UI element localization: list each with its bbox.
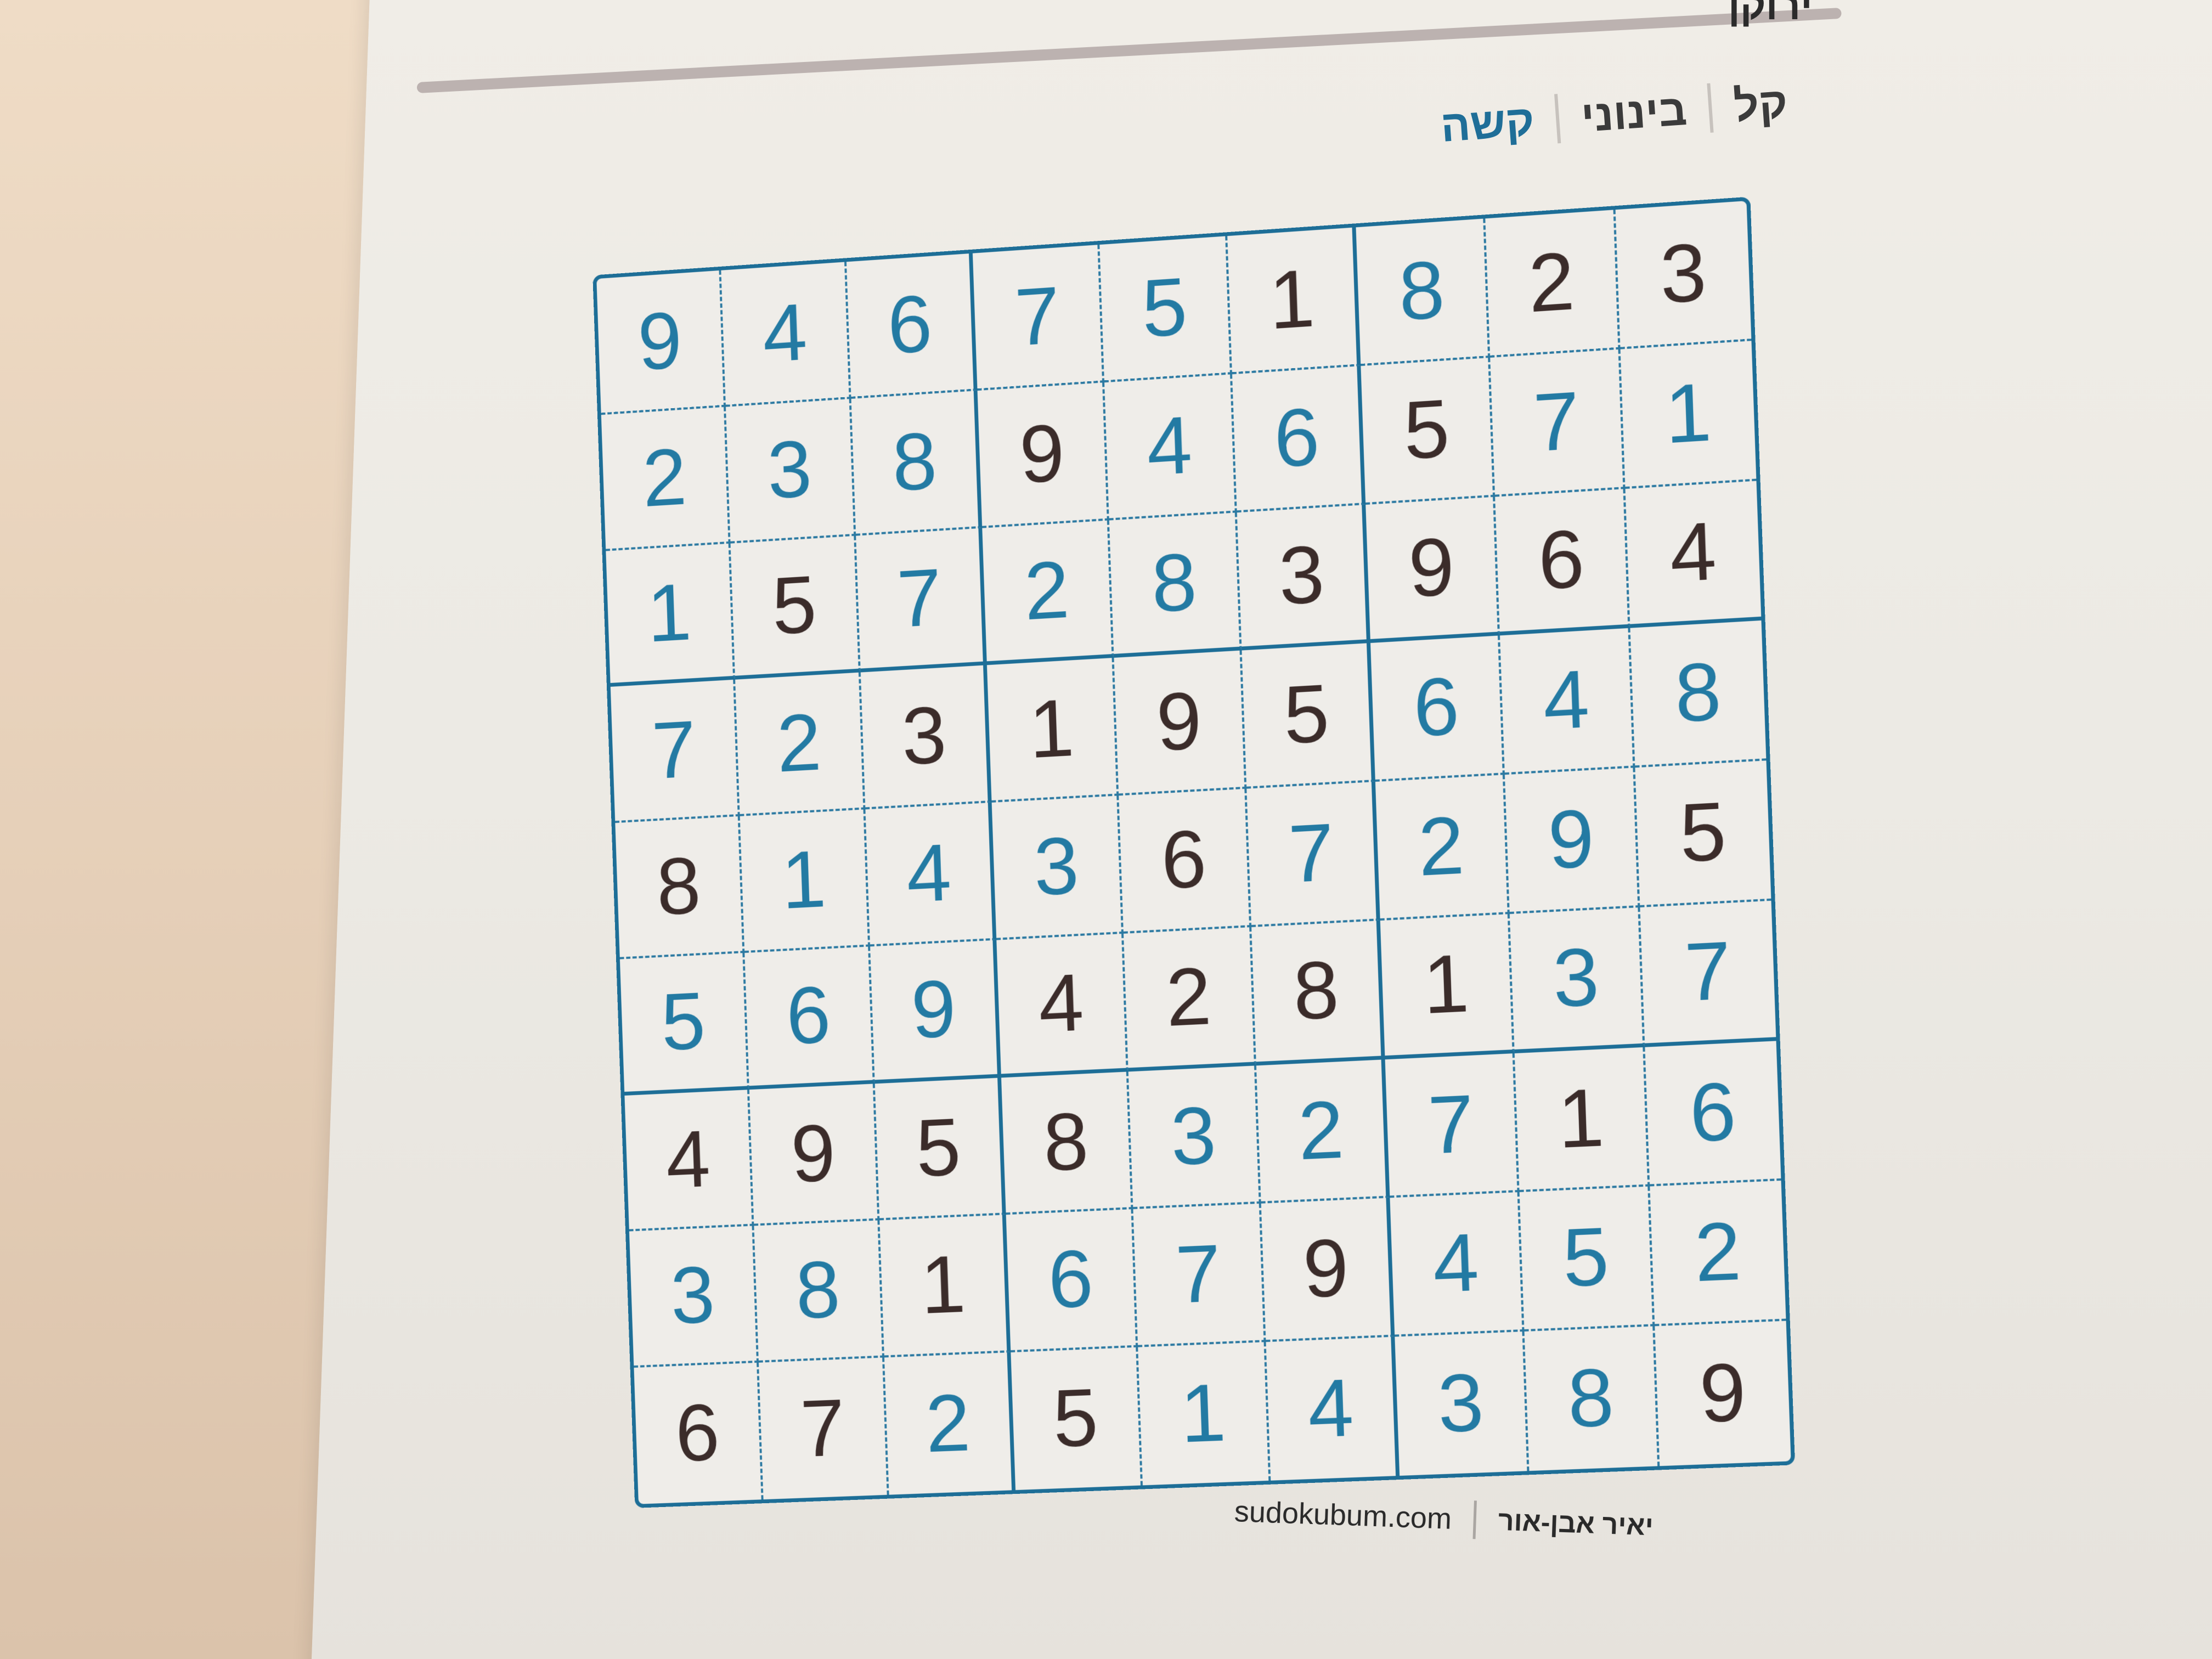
sudoku-cell[interactable]: 6	[634, 1363, 764, 1504]
sudoku-cell[interactable]: 4	[1104, 374, 1237, 521]
sudoku-cell[interactable]: 9	[977, 382, 1109, 528]
sudoku-cell[interactable]: 6	[744, 946, 875, 1090]
sudoku-cell[interactable]: 6	[1645, 1041, 1781, 1187]
sudoku-cell[interactable]: 7	[1133, 1204, 1266, 1347]
sudoku-cell[interactable]: 6	[1119, 788, 1252, 934]
sudoku-cell[interactable]: 9	[596, 270, 726, 415]
sudoku-cell[interactable]: 3	[860, 665, 992, 810]
sudoku-cell[interactable]: 2	[735, 672, 866, 816]
sudoku-cell[interactable]: 1	[1138, 1342, 1271, 1486]
sudoku-cell[interactable]: 1	[879, 1215, 1011, 1358]
sudoku-cell[interactable]: 9	[1655, 1321, 1791, 1466]
sudoku-cell[interactable]: 2	[1375, 775, 1510, 921]
sudoku-cell[interactable]: 2	[1650, 1181, 1786, 1327]
sudoku-cell[interactable]: 7	[1246, 782, 1380, 927]
footer-site: sudokubum.com	[1233, 1495, 1453, 1536]
sudoku-cell[interactable]: 1	[606, 543, 736, 687]
sudoku-cell[interactable]: 3	[1128, 1065, 1261, 1210]
sudoku-cell[interactable]: 8	[1524, 1326, 1660, 1471]
sudoku-cell[interactable]: 9	[1261, 1198, 1395, 1342]
sudoku-cell[interactable]: 5	[1519, 1186, 1655, 1332]
sudoku-cell[interactable]: 6	[846, 253, 978, 399]
sudoku-cell[interactable]: 6	[1006, 1209, 1138, 1353]
sudoku-cell[interactable]: 5	[619, 952, 749, 1096]
sudoku-cell[interactable]: 3	[1509, 907, 1645, 1053]
page-title-fragment: ירוקן	[1728, 0, 1813, 28]
footer-divider	[1472, 1500, 1477, 1539]
sudoku-cell[interactable]: 8	[1356, 218, 1491, 366]
sudoku-cell[interactable]: 2	[601, 407, 731, 551]
sudoku-cell[interactable]: 9	[1114, 650, 1247, 796]
sudoku-cell[interactable]: 4	[1390, 1192, 1525, 1337]
sudoku-cell[interactable]: 8	[1630, 620, 1767, 768]
sudoku-cell[interactable]: 1	[1227, 227, 1361, 375]
sudoku-cell[interactable]: 4	[721, 262, 851, 407]
sudoku-cell[interactable]: 9	[870, 940, 1002, 1084]
sudoku-cell[interactable]: 9	[1365, 496, 1500, 644]
sudoku-cell[interactable]: 6	[1232, 365, 1366, 512]
sudoku-cell[interactable]: 3	[725, 398, 856, 544]
sudoku-cell[interactable]: 4	[1266, 1336, 1400, 1481]
sudoku-cell[interactable]: 6	[1370, 635, 1505, 782]
sudoku-cell[interactable]: 3	[991, 795, 1124, 940]
sudoku-cell[interactable]: 9	[749, 1083, 880, 1226]
sudoku-cell[interactable]: 8	[1251, 920, 1385, 1066]
sudoku-cell[interactable]: 3	[1237, 504, 1371, 651]
tab-hard[interactable]: קשה	[1439, 95, 1536, 152]
sudoku-cell[interactable]: 3	[629, 1226, 759, 1368]
sudoku-cell[interactable]: 7	[1385, 1053, 1520, 1198]
sudoku-cell[interactable]: 1	[986, 658, 1119, 803]
sudoku-cell[interactable]: 4	[865, 803, 997, 947]
sudoku-cell[interactable]: 2	[1485, 210, 1621, 358]
sudoku-cell[interactable]: 8	[1109, 512, 1242, 658]
sudoku-cell[interactable]: 7	[856, 528, 987, 673]
sudoku-cell[interactable]: 5	[730, 535, 861, 680]
sudoku-cell[interactable]: 3	[1615, 201, 1752, 349]
sudoku-cell[interactable]: 4	[1500, 628, 1635, 775]
sudoku-cell[interactable]: 2	[982, 520, 1114, 665]
sudoku-cell[interactable]: 8	[851, 390, 983, 536]
tab-medium[interactable]: בינוני	[1579, 84, 1689, 142]
sudoku-cell[interactable]: 7	[972, 244, 1105, 391]
sudoku-cell[interactable]: 2	[1256, 1059, 1390, 1204]
sudoku-cell[interactable]: 9	[1504, 768, 1640, 914]
sudoku-board-wrapper: 9467518232389465711572839647231956488143…	[592, 196, 1796, 1508]
sudoku-cell[interactable]: 8	[1001, 1071, 1133, 1215]
tab-easy[interactable]: קל	[1732, 77, 1789, 132]
tab-divider	[1707, 83, 1714, 133]
sudoku-cell[interactable]: 8	[754, 1220, 884, 1363]
sudoku-cell[interactable]: 3	[1395, 1331, 1530, 1476]
sudoku-cell[interactable]: 5	[1361, 357, 1496, 505]
sudoku-cell[interactable]: 7	[610, 680, 740, 823]
sudoku-cell[interactable]: 5	[1242, 643, 1375, 789]
sudoku-board: 9467518232389465711572839647231956488143…	[592, 196, 1796, 1508]
sudoku-cell[interactable]: 6	[1495, 488, 1630, 636]
sudoku-cell[interactable]: 7	[759, 1357, 889, 1500]
sudoku-cell[interactable]: 8	[615, 816, 745, 960]
sudoku-cell[interactable]: 4	[996, 933, 1128, 1078]
sudoku-cell[interactable]: 5	[1099, 236, 1232, 383]
sudoku-cell[interactable]: 2	[1123, 927, 1256, 1072]
sudoku-cell[interactable]: 7	[1490, 349, 1626, 497]
sudoku-cell[interactable]: 5	[1011, 1347, 1143, 1491]
sudoku-cell[interactable]: 7	[1640, 900, 1776, 1047]
sudoku-cell[interactable]: 1	[1620, 341, 1757, 489]
sudoku-cell[interactable]: 1	[1380, 913, 1515, 1059]
tab-divider	[1554, 94, 1561, 144]
sudoku-cell[interactable]: 4	[1625, 481, 1762, 629]
footer-author: יאיר אבן-אור	[1497, 1505, 1654, 1542]
sudoku-cell[interactable]: 1	[1514, 1047, 1650, 1193]
sudoku-cell[interactable]: 4	[624, 1089, 754, 1232]
sudoku-cell[interactable]: 5	[1635, 760, 1771, 907]
sudoku-cell[interactable]: 2	[884, 1352, 1016, 1495]
sudoku-cell[interactable]: 5	[874, 1077, 1006, 1221]
sudoku-cell[interactable]: 1	[740, 809, 871, 953]
